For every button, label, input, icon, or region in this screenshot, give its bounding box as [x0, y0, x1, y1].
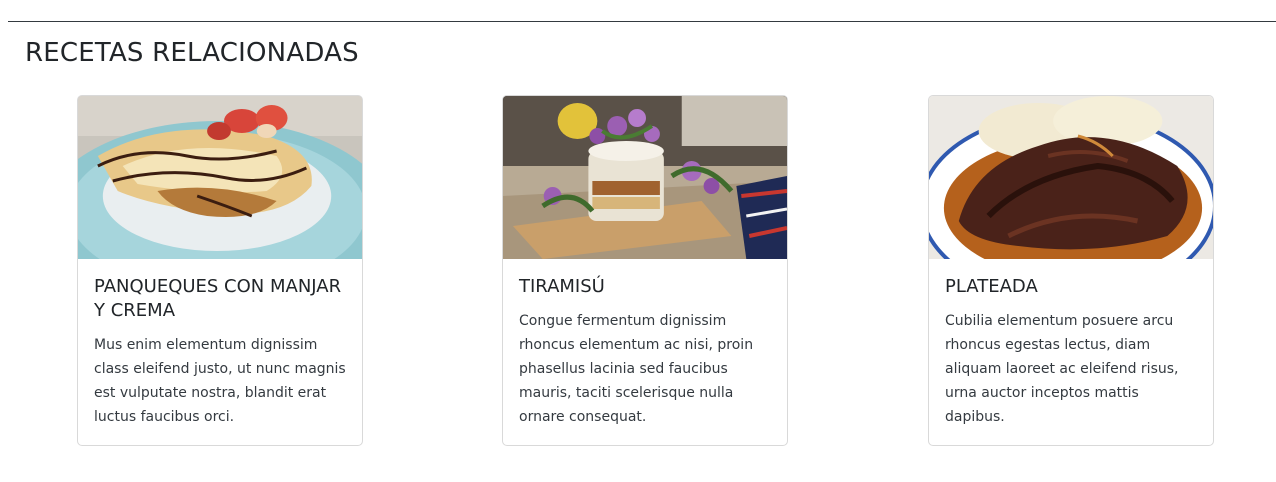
recipe-description: Congue fermentum dignissim rhoncus eleme…	[519, 313, 754, 425]
recipe-card-panqueques[interactable]: PANQUEQUES CON MANJAR Y CREMA Mus enim e…	[77, 95, 363, 446]
recipe-card-plateada[interactable]: PLATEADA Cubilia elementum posuere arcu …	[928, 95, 1214, 446]
recipe-title[interactable]: PANQUEQUES CON MANJAR Y CREMA	[94, 275, 346, 323]
recipe-description: Cubilia elementum posuere arcu rhoncus e…	[945, 313, 1179, 425]
recipe-title[interactable]: PLATEADA	[945, 275, 1197, 299]
recipe-title[interactable]: TIRAMISÚ	[519, 275, 771, 299]
recipe-image-tiramisu[interactable]	[503, 96, 787, 259]
recipe-image-plateada[interactable]	[929, 96, 1213, 259]
recipe-image-panqueques[interactable]	[78, 96, 362, 259]
section-title: RECETAS RELACIONADAS	[25, 38, 359, 68]
recipe-description: Mus enim elementum dignissim class eleif…	[94, 337, 346, 425]
top-divider	[8, 21, 1276, 22]
recipe-card-tiramisu[interactable]: TIRAMISÚ Congue fermentum dignissim rhon…	[502, 95, 788, 446]
